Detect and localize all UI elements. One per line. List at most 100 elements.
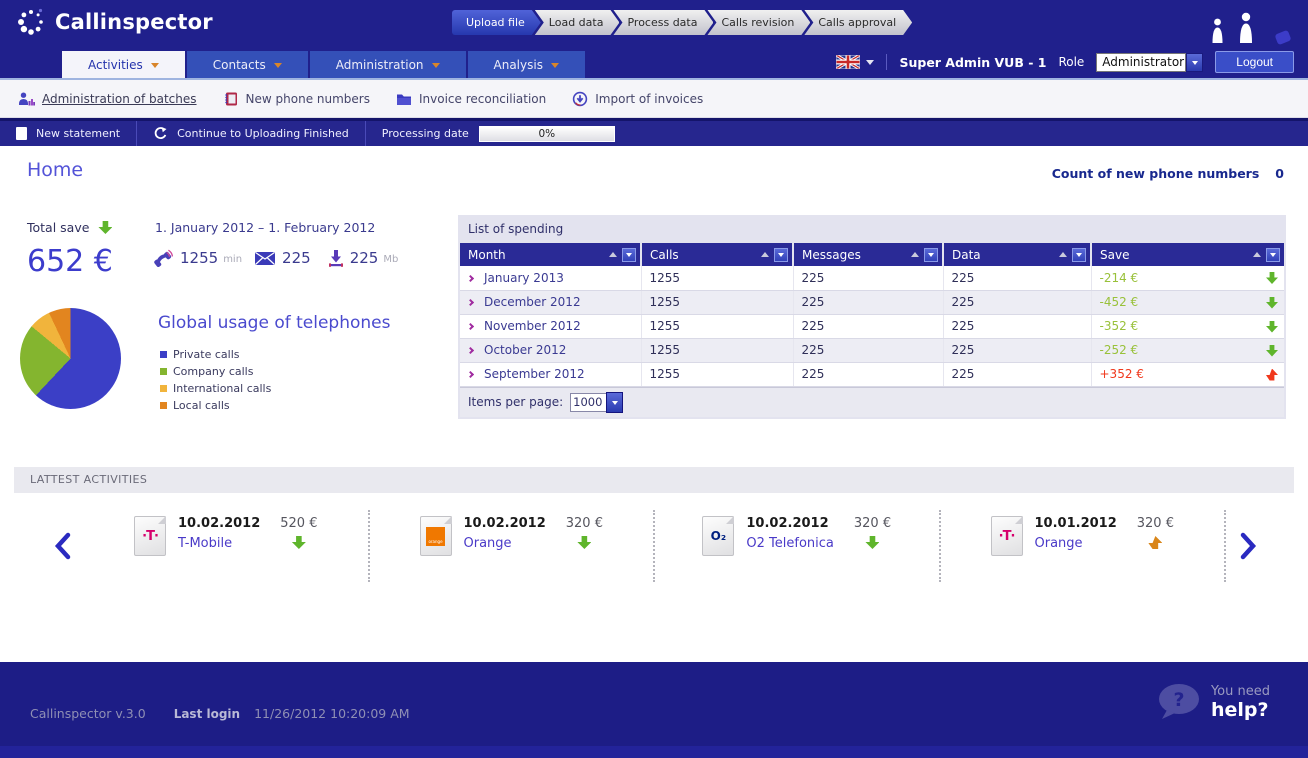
column-header-data[interactable]: Data [943, 243, 1091, 266]
operator-link[interactable]: Orange [464, 536, 546, 551]
month-cell: January 2013 [484, 271, 564, 285]
subnav-import-of-invoices[interactable]: Import of invoices [572, 91, 703, 107]
table-row[interactable]: September 2012 1255 225 225 +352 € [460, 362, 1284, 386]
tab-label: Administration [336, 58, 424, 72]
sort-desc-button[interactable] [774, 248, 788, 262]
items-per-page-dropdown-button[interactable] [606, 392, 623, 413]
workflow-step-process-data[interactable]: Process data [613, 10, 713, 35]
new-statement-label: New statement [36, 127, 120, 140]
activity-info: 10.02.2012 320 € O2 Telefonica [746, 516, 891, 566]
tab-administration[interactable]: Administration [310, 51, 466, 78]
usage-summary: 1255 min 225 225 Mb [153, 249, 404, 267]
user-name: Super Admin VUB - 1 [899, 55, 1046, 70]
sort-desc-button[interactable] [622, 248, 636, 262]
sort-asc-icon[interactable] [609, 248, 617, 257]
activity-card[interactable]: ·T· 10.02.2012 520 € T-Mobile [84, 510, 370, 582]
column-header-month[interactable]: Month [460, 243, 641, 266]
workflow-step-load-data[interactable]: Load data [535, 10, 620, 35]
items-per-page-value[interactable]: 1000 [570, 393, 607, 412]
help-line1: You need [1211, 684, 1270, 699]
help-text: You need help? [1211, 684, 1270, 720]
decor-shape [1274, 30, 1291, 45]
sort-desc-button[interactable] [1266, 248, 1280, 262]
phone-icon [153, 249, 173, 267]
row-expand-icon[interactable] [467, 371, 474, 378]
operator-link[interactable]: O2 Telefonica [746, 536, 833, 551]
invoice-document-icon: orange [420, 516, 452, 556]
workflow-step-calls-approval[interactable]: Calls approval [804, 10, 912, 35]
logout-button[interactable]: Logout [1215, 51, 1294, 73]
sort-asc-icon[interactable] [761, 248, 769, 257]
operator-link[interactable]: Orange [1035, 536, 1117, 551]
row-expand-icon[interactable] [467, 275, 474, 282]
tab-label: Contacts [213, 58, 266, 72]
column-header-messages[interactable]: Messages [793, 243, 943, 266]
carousel-prev-button[interactable] [40, 531, 84, 561]
messages-cell: 225 [793, 338, 943, 362]
activity-info: 10.01.2012 320 € Orange [1035, 516, 1174, 566]
table-row[interactable]: December 2012 1255 225 225 -452 € [460, 290, 1284, 314]
new-statement-button[interactable]: New statement [0, 121, 136, 146]
save-value: +352 € [1100, 367, 1144, 381]
subnav-new-phone-numbers[interactable]: New phone numbers [223, 91, 370, 107]
role-select-value[interactable]: Administrator [1096, 53, 1186, 72]
operator-link[interactable]: T-Mobile [178, 536, 260, 551]
language-selector[interactable] [836, 55, 874, 69]
t-mobile-logo: ·T· [142, 529, 158, 544]
legend-swatch [160, 385, 167, 392]
tab-analysis[interactable]: Analysis [468, 51, 585, 78]
save-cell: -452 € [1091, 290, 1284, 314]
activity-card[interactable]: orange 10.02.2012 320 € Orange [370, 510, 656, 582]
main-nav: Activities Contacts Administration Analy… [0, 46, 1308, 78]
calls-cell: 1255 [641, 266, 793, 290]
column-label: Data [952, 248, 981, 262]
trend-arrow-icon [865, 536, 879, 549]
help-bubble-icon: ? [1155, 682, 1201, 722]
row-expand-icon[interactable] [467, 323, 474, 330]
document-icon [16, 127, 27, 140]
subnav-label: Administration of batches [42, 92, 197, 106]
continue-uploading-button[interactable]: Continue to Uploading Finished [137, 121, 365, 146]
sort-desc-button[interactable] [1072, 248, 1086, 262]
table-row[interactable]: January 2013 1255 225 225 -214 € [460, 266, 1284, 290]
workflow-step-upload-file[interactable]: Upload file [452, 10, 541, 35]
calls-cell: 1255 [641, 338, 793, 362]
chevron-down-icon [1192, 61, 1198, 68]
activity-card[interactable]: ·T· 10.01.2012 320 € Orange [941, 510, 1227, 582]
nav-user-area: Super Admin VUB - 1 Role Administrator L… [836, 46, 1294, 78]
tab-activities[interactable]: Activities [62, 51, 185, 78]
help-button[interactable]: ? You need help? [1155, 682, 1270, 722]
sort-asc-icon[interactable] [911, 248, 919, 257]
carousel-next-button[interactable] [1226, 531, 1270, 561]
tab-contacts[interactable]: Contacts [187, 51, 308, 78]
items-per-page-select[interactable]: 1000 [570, 392, 623, 413]
sort-desc-button[interactable] [924, 248, 938, 262]
help-line2: help? [1211, 701, 1270, 720]
activity-info: 10.02.2012 320 € Orange [464, 516, 603, 566]
data-cell: 225 [943, 290, 1091, 314]
sort-asc-icon[interactable] [1059, 248, 1067, 257]
messages-value: 225 [282, 249, 311, 267]
column-header-calls[interactable]: Calls [641, 243, 793, 266]
legend-swatch [160, 351, 167, 358]
row-expand-icon[interactable] [467, 299, 474, 306]
column-header-save[interactable]: Save [1091, 243, 1284, 266]
subnav-invoice-reconciliation[interactable]: Invoice reconciliation [396, 91, 546, 107]
trend-arrow-icon [1266, 369, 1278, 381]
activity-card[interactable]: O₂ 10.02.2012 320 € O2 Telefonica [655, 510, 941, 582]
role-select-button[interactable] [1186, 53, 1203, 72]
row-expand-icon[interactable] [467, 347, 474, 354]
data-cell: 225 [943, 338, 1091, 362]
subnav-administration-of-batches[interactable]: Administration of batches [18, 91, 197, 107]
activity-amount: 320 € [1137, 516, 1174, 531]
table-row[interactable]: October 2012 1255 225 225 -252 € [460, 338, 1284, 362]
workflow-step-calls-revision[interactable]: Calls revision [707, 10, 810, 35]
sort-asc-icon[interactable] [1253, 248, 1261, 257]
chevron-down-icon [866, 60, 874, 69]
role-select[interactable]: Administrator [1096, 53, 1203, 72]
table-row[interactable]: November 2012 1255 225 225 -352 € [460, 314, 1284, 338]
calls-cell: 1255 [641, 362, 793, 386]
sort-controls [911, 248, 938, 262]
activity-date: 10.02.2012 [178, 516, 260, 531]
chevron-down-icon [778, 253, 784, 260]
